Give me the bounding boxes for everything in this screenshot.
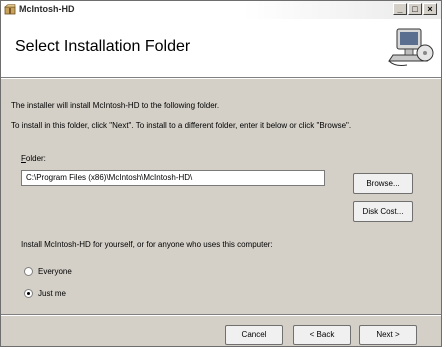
radio-everyone-circle[interactable] bbox=[24, 267, 33, 276]
computer-disk-icon bbox=[388, 28, 434, 66]
header-banner: Select Installation Folder bbox=[1, 19, 441, 77]
title-bar[interactable]: McIntosh-HD _ □ × bbox=[1, 1, 441, 19]
page-title: Select Installation Folder bbox=[15, 38, 191, 55]
installer-box-icon bbox=[4, 4, 16, 15]
footer-divider-highlight bbox=[1, 315, 441, 316]
radio-everyone-label: Everyone bbox=[38, 267, 72, 276]
installer-window: McIntosh-HD _ □ × Select Installation Fo… bbox=[0, 0, 442, 347]
minimize-button[interactable]: _ bbox=[393, 3, 407, 15]
radio-just-me-circle[interactable] bbox=[24, 289, 33, 298]
back-button[interactable]: < Back bbox=[293, 325, 351, 345]
radio-just-me-label: Just me bbox=[38, 289, 67, 298]
window-title: McIntosh-HD bbox=[19, 4, 75, 14]
maximize-icon: □ bbox=[412, 4, 418, 14]
instructions-text: To install in this folder, click "Next".… bbox=[11, 121, 352, 130]
radio-just-me[interactable]: Just me bbox=[24, 289, 66, 298]
folder-label-text: older: bbox=[25, 154, 46, 163]
intro-text: The installer will install McIntosh-HD t… bbox=[11, 101, 220, 110]
browse-button[interactable]: Browse... bbox=[353, 173, 413, 194]
next-button[interactable]: Next > bbox=[359, 325, 417, 345]
radio-everyone[interactable]: Everyone bbox=[24, 267, 72, 276]
window-controls: _ □ × bbox=[393, 3, 437, 15]
cancel-button[interactable]: Cancel bbox=[225, 325, 283, 345]
folder-path-input[interactable]: C:\Program Files (x86)\McIntosh\McIntosh… bbox=[21, 170, 325, 186]
close-icon: × bbox=[427, 4, 433, 14]
maximize-button[interactable]: □ bbox=[408, 3, 422, 15]
folder-label: Folder: bbox=[21, 154, 46, 163]
header-divider-highlight bbox=[1, 78, 441, 79]
install-scope-question: Install McIntosh-HD for yourself, or for… bbox=[21, 240, 273, 249]
disk-cost-button[interactable]: Disk Cost... bbox=[353, 201, 413, 222]
close-button[interactable]: × bbox=[423, 3, 437, 15]
minimize-icon: _ bbox=[397, 4, 403, 14]
